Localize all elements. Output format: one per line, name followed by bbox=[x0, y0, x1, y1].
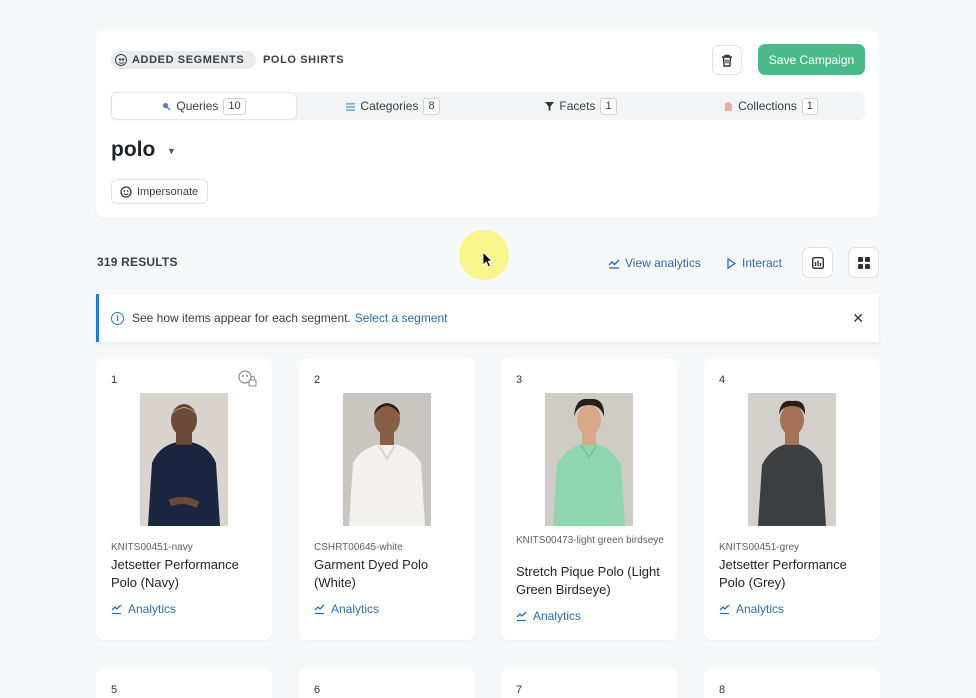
product-sku: KNITS00451-grey bbox=[719, 542, 800, 553]
product-image[interactable] bbox=[343, 393, 431, 526]
segment-lock-icon[interactable] bbox=[238, 370, 257, 387]
delete-button[interactable] bbox=[712, 45, 742, 75]
categories-icon bbox=[346, 102, 356, 111]
analytics-icon bbox=[516, 611, 527, 621]
segment-tabs: Queries 10 Categories 8 Facets 1 Collect… bbox=[111, 92, 865, 120]
segment-icon bbox=[115, 54, 127, 66]
save-campaign-button[interactable]: Save Campaign bbox=[758, 44, 865, 75]
tab-collections[interactable]: Collections 1 bbox=[677, 92, 865, 120]
tab-queries-label: Queries bbox=[176, 99, 219, 113]
product-sku: KNITS00473-light green birdseye bbox=[516, 535, 664, 546]
product-rank: 3 bbox=[516, 374, 523, 386]
product-rank: 1 bbox=[111, 374, 118, 386]
grid-view-button[interactable] bbox=[848, 247, 879, 278]
product-analytics-link[interactable]: Analytics bbox=[516, 609, 581, 623]
tab-categories[interactable]: Categories 8 bbox=[299, 92, 487, 120]
product-analytics-link[interactable]: Analytics bbox=[719, 602, 784, 616]
filter-icon bbox=[545, 101, 555, 111]
impersonate-label: Impersonate bbox=[137, 185, 199, 198]
product-image[interactable] bbox=[140, 393, 228, 526]
info-icon: i bbox=[111, 311, 124, 325]
product-card[interactable]: 1 KNITS00451-navy Jetsetter Performance … bbox=[96, 358, 272, 640]
product-name[interactable]: Garment Dyed Polo (White) bbox=[314, 556, 464, 592]
chart-box-icon bbox=[811, 256, 824, 269]
product-image[interactable] bbox=[748, 393, 836, 526]
analytics-icon bbox=[111, 604, 122, 614]
product-card[interactable]: 2 CSHRT00645-white Garment Dyed Polo (Wh… bbox=[299, 358, 475, 640]
product-rank: 4 bbox=[719, 374, 726, 386]
product-rank: 7 bbox=[516, 684, 523, 696]
product-card[interactable]: 7 bbox=[501, 668, 677, 698]
trash-icon bbox=[722, 54, 732, 67]
product-rank: 5 bbox=[111, 684, 118, 696]
view-analytics-label: View analytics bbox=[625, 256, 701, 270]
product-card[interactable]: 6 bbox=[299, 668, 475, 698]
tab-categories-label: Categories bbox=[360, 99, 419, 113]
play-icon bbox=[727, 257, 736, 269]
product-name[interactable]: Jetsetter Performance Polo (Grey) bbox=[719, 556, 869, 592]
view-analytics-link[interactable]: View analytics bbox=[608, 256, 701, 270]
added-segments-pill[interactable]: ADDED SEGMENTS bbox=[111, 51, 257, 69]
product-rank: 2 bbox=[314, 374, 321, 386]
interact-label: Interact bbox=[742, 256, 783, 270]
impersonate-icon bbox=[120, 185, 132, 198]
tab-facets-label: Facets bbox=[559, 99, 596, 113]
campaign-header-card: ADDED SEGMENTS POLO SHIRTS Save Campaign… bbox=[96, 30, 879, 218]
results-count: 319 RESULTS bbox=[97, 255, 178, 269]
analytics-icon bbox=[314, 604, 325, 614]
collections-icon bbox=[724, 101, 733, 111]
added-segments-label: ADDED SEGMENTS bbox=[132, 54, 245, 66]
grid-icon bbox=[857, 256, 870, 269]
impersonate-button[interactable]: Impersonate bbox=[111, 179, 209, 204]
product-analytics-link[interactable]: Analytics bbox=[314, 602, 379, 616]
banner-text: See how items appear for each segment. bbox=[132, 311, 351, 325]
product-card[interactable]: 4 KNITS00451-grey Jetsetter Performance … bbox=[704, 358, 880, 640]
tab-categories-count: 8 bbox=[423, 97, 440, 115]
close-icon[interactable]: ✕ bbox=[852, 310, 864, 327]
tab-collections-label: Collections bbox=[738, 99, 797, 113]
product-analytics-label: Analytics bbox=[331, 602, 380, 616]
product-rank: 6 bbox=[314, 684, 321, 696]
tab-facets[interactable]: Facets 1 bbox=[487, 92, 675, 120]
select-segment-link[interactable]: Select a segment bbox=[355, 311, 448, 325]
product-image[interactable] bbox=[545, 393, 633, 526]
product-analytics-label: Analytics bbox=[736, 602, 785, 616]
analytics-icon bbox=[608, 259, 620, 269]
product-analytics-label: Analytics bbox=[533, 609, 582, 623]
mouse-cursor-icon bbox=[482, 251, 493, 268]
product-card[interactable]: 3 KNITS00473-light green birdseye Stretc… bbox=[501, 358, 677, 640]
product-rank: 8 bbox=[719, 684, 726, 696]
tab-facets-count: 1 bbox=[600, 97, 617, 115]
segment-info-banner: i See how items appear for each segment.… bbox=[96, 294, 879, 342]
interact-link[interactable]: Interact bbox=[727, 256, 782, 270]
tab-collections-count: 1 bbox=[801, 97, 818, 115]
product-card[interactable]: 8 bbox=[704, 668, 880, 698]
product-card[interactable]: 5 bbox=[96, 668, 272, 698]
tab-queries[interactable]: Queries 10 bbox=[111, 92, 297, 120]
analytics-icon bbox=[719, 604, 730, 614]
tab-queries-count: 10 bbox=[223, 97, 246, 115]
product-sku: KNITS00451-navy bbox=[111, 542, 193, 553]
segment-name: POLO SHIRTS bbox=[263, 54, 345, 66]
search-icon bbox=[163, 102, 171, 111]
product-analytics-link[interactable]: Analytics bbox=[111, 602, 176, 616]
product-analytics-label: Analytics bbox=[128, 602, 177, 616]
chevron-down-icon[interactable]: ▼ bbox=[167, 146, 176, 156]
product-sku: CSHRT00645-white bbox=[314, 542, 403, 553]
product-name[interactable]: Jetsetter Performance Polo (Navy) bbox=[111, 556, 261, 592]
product-name[interactable]: Stretch Pique Polo (Light Green Birdseye… bbox=[516, 563, 666, 599]
query-title[interactable]: polo bbox=[111, 138, 155, 162]
list-view-button[interactable] bbox=[802, 247, 833, 278]
